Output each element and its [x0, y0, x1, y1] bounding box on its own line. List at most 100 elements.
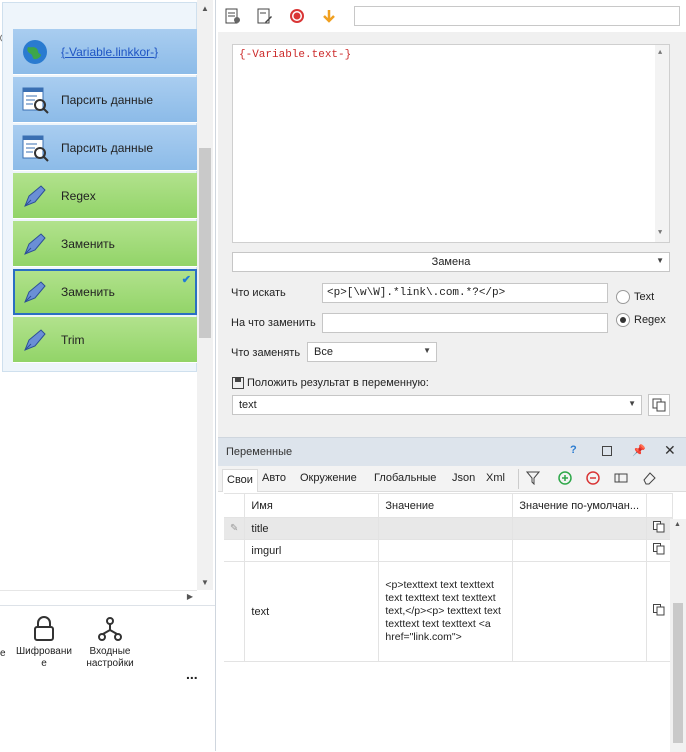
lock-icon [34, 616, 54, 641]
column-name[interactable]: Имя [244, 493, 380, 518]
radio-text[interactable] [616, 290, 630, 304]
toolbox-item-label: Входные настройки [86, 646, 134, 669]
block-label: Заменить [61, 284, 115, 299]
save-result-label: Положить результат в переменную: [247, 377, 429, 389]
scroll-up-icon[interactable]: ▲ [201, 4, 209, 13]
block-label: Заменить [61, 236, 115, 251]
variables-scrollbar[interactable]: ▲ [670, 519, 686, 752]
globe-icon [19, 36, 51, 68]
toolbar-search-input[interactable] [354, 6, 680, 26]
var-default[interactable] [512, 561, 648, 662]
var-name[interactable]: text [244, 561, 380, 662]
table-row[interactable]: text <p>texttext text texttext text text… [224, 561, 674, 662]
copy-icon[interactable] [646, 517, 674, 540]
more-icon[interactable]: ... [186, 667, 198, 681]
edit-note-icon[interactable] [254, 6, 276, 26]
block-replace-1[interactable]: Заменить [13, 221, 197, 267]
scroll-thumb[interactable] [673, 603, 683, 743]
var-default[interactable] [512, 539, 648, 562]
variables-tabs: Свои Авто Окружение Глобальные Json Xml [218, 466, 686, 492]
table-header: Имя Значение Значение по-умолчан... [224, 493, 674, 518]
project-canvas[interactable]: {-Variable.linkkor-} Парсить данные Парс… [0, 0, 197, 590]
var-name[interactable]: title [244, 517, 380, 540]
copy-button[interactable] [648, 394, 670, 416]
save-variable-value: text [239, 399, 257, 411]
add-icon[interactable] [558, 471, 572, 488]
what-value: Все [314, 346, 333, 358]
block-label: Trim [61, 332, 85, 347]
variables-title: Переменные [226, 446, 293, 458]
properties-icon[interactable] [222, 6, 244, 26]
divider [518, 469, 519, 489]
block-label: Парсить данные [61, 92, 153, 107]
scroll-right-icon[interactable]: ▶ [187, 592, 193, 601]
table-row[interactable]: imgurl [224, 539, 674, 562]
replace-field[interactable] [322, 313, 608, 333]
radio-regex[interactable] [616, 313, 630, 327]
help-icon[interactable]: ? [570, 444, 577, 456]
var-value[interactable] [378, 539, 514, 562]
toolbox-item-cut[interactable]: е [0, 648, 6, 660]
scroll-thumb[interactable] [199, 148, 211, 338]
filter-icon[interactable] [525, 471, 541, 488]
record-icon[interactable] [286, 6, 308, 26]
var-value[interactable] [378, 517, 514, 540]
scroll-down-icon[interactable]: ▼ [201, 578, 209, 587]
arrow-down-icon[interactable] [318, 6, 340, 26]
properties-toolbar [218, 0, 686, 32]
toolbox-item-encryption[interactable]: Шифровани е [14, 616, 74, 670]
block-replace-2[interactable]: Заменить ✔ [13, 269, 197, 315]
toolbox-item-input-settings[interactable]: Входные настройки [80, 616, 140, 670]
tab-xml[interactable]: Xml [486, 472, 505, 484]
close-icon[interactable]: ✕ [664, 442, 676, 459]
operation-dropdown[interactable]: Замена ▼ [232, 252, 670, 272]
var-value[interactable]: <p>texttext text texttext text texttext … [378, 561, 514, 662]
edit-icon: ✎ [224, 517, 246, 540]
text-editor[interactable]: {-Variable.text-} ▲ ▼ [232, 44, 670, 243]
editor-content: {-Variable.text-} [239, 49, 352, 61]
parse-data-icon [19, 84, 51, 116]
tab-json[interactable]: Json [452, 472, 475, 484]
save-variable-dropdown[interactable]: text ▼ [232, 395, 642, 415]
remove-icon[interactable] [586, 471, 600, 488]
tab-global[interactable]: Глобальные [374, 472, 436, 484]
block-label: Regex [61, 188, 96, 203]
table-row[interactable]: ✎ title [224, 517, 674, 540]
block-navigate-url[interactable]: {-Variable.linkkor-} [13, 29, 197, 75]
pen-icon [19, 324, 51, 356]
radio-text-label: Text [634, 291, 655, 303]
variables-table: Имя Значение Значение по-умолчан... ✎ ti… [224, 493, 674, 662]
tab-own[interactable]: Свои [222, 469, 258, 492]
block-parse-data-2[interactable]: Парсить данные [13, 125, 197, 171]
column-value[interactable]: Значение [378, 493, 514, 518]
canvas-vertical-scrollbar[interactable]: ▲ ▼ [197, 0, 213, 590]
search-field[interactable]: <p>[\w\W].*link\.com.*?</p> [322, 283, 608, 303]
tab-auto[interactable]: Авто [262, 472, 286, 484]
pin-icon[interactable]: 📌 [632, 444, 646, 457]
copy-icon[interactable] [646, 561, 674, 662]
eraser-icon[interactable] [642, 471, 656, 488]
maximize-icon[interactable] [602, 446, 612, 456]
block-label[interactable]: {-Variable.linkkor-} [61, 45, 158, 59]
var-default[interactable] [512, 517, 648, 540]
tab-environment[interactable]: Окружение [300, 472, 357, 484]
var-name[interactable]: imgurl [244, 539, 380, 562]
block-trim[interactable]: Trim [13, 317, 197, 363]
operation-value: Замена [431, 256, 471, 268]
what-label: Что заменять [231, 347, 301, 359]
check-icon: ✔ [181, 274, 191, 286]
editor-scrollbar[interactable]: ▲ ▼ [655, 45, 669, 242]
bookmark-icon[interactable] [614, 471, 628, 488]
action-properties-panel: {-Variable.text-} ▲ ▼ Замена ▼ Что искать… [218, 0, 686, 437]
canvas-horizontal-scrollbar[interactable]: ▶ [0, 590, 197, 604]
block-regex[interactable]: Regex [13, 173, 197, 219]
pen-icon [19, 276, 51, 308]
scroll-up-icon[interactable]: ▲ [674, 521, 681, 528]
copy-icon[interactable] [646, 539, 674, 562]
what-dropdown[interactable]: Все ▼ [307, 342, 437, 362]
block-parse-data-1[interactable]: Парсить данные [13, 77, 197, 123]
block-group: {-Variable.linkkor-} Парсить данные Парс… [2, 2, 197, 372]
chevron-down-icon: ▼ [628, 399, 636, 408]
chevron-down-icon: ▼ [423, 346, 431, 355]
column-default[interactable]: Значение по-умолчан... [512, 493, 648, 518]
